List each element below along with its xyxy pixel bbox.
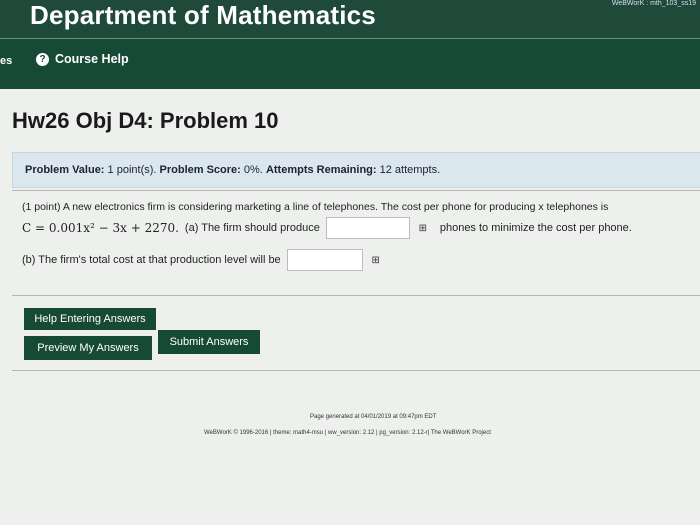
page-title: Hw26 Obj D4: Problem 10 [12,108,279,133]
problem-body: (1 point) A new electronics firm is cons… [12,190,700,296]
help-entering-answers-button[interactable]: Help Entering Answers [24,308,156,330]
problem-info-text: Problem Value: 1 point(s). Problem Score… [25,164,440,176]
problem-value-label: Problem Value: [25,164,105,176]
part-a-suffix: phones to minimize the cost per phone. [439,222,632,234]
answer-a-input[interactable] [325,217,410,239]
site-header: Department of Mathematics WeBWorK : mth_… [0,0,700,38]
nav-item-partial[interactable]: es [0,55,12,67]
submit-answers-button[interactable]: Submit Answers [158,330,260,354]
navigation-bar: es ? Course Help [0,38,700,89]
divider [12,370,700,371]
page-generated-text: Page generated at 04/01/2019 at 09:47pm … [310,414,437,420]
problem-statement: (1 point) A new electronics firm is cons… [22,201,609,213]
problem-score-label: Problem Score: [159,164,241,176]
course-help-link[interactable]: ? Course Help [36,52,129,66]
problem-info-box: Problem Value: 1 point(s). Problem Score… [12,152,700,188]
equation-editor-icon[interactable]: ⊞ [412,219,434,237]
answer-b-input[interactable] [286,249,363,271]
problem-part-a: C = 0.001x² − 3x + 2270. (a) The firm sh… [22,217,632,239]
equation-editor-icon[interactable]: ⊞ [365,251,387,269]
part-b-text: (b) The firm's total cost at that produc… [22,254,281,266]
attempts-remaining: 12 attempts. [379,164,441,176]
help-icon: ? [36,52,49,66]
cost-equation: C = 0.001x² − 3x + 2270. [22,221,179,235]
problem-value: 1 point(s). [107,164,157,176]
department-title: Department of Mathematics [30,0,376,30]
course-breadcrumb[interactable]: WeBWorK : mth_103_ss19 [612,0,696,7]
course-help-label: Course Help [55,52,129,66]
problem-part-b: (b) The firm's total cost at that produc… [22,249,393,271]
preview-answers-button[interactable]: Preview My Answers [24,336,152,360]
part-a-text: (a) The firm should produce [184,222,320,234]
problem-score: 0%. [243,164,263,176]
attempts-label: Attempts Remaining: [265,164,377,176]
footer-credits: WeBWorK © 1996-2016 | theme: math4-msu |… [204,430,491,436]
